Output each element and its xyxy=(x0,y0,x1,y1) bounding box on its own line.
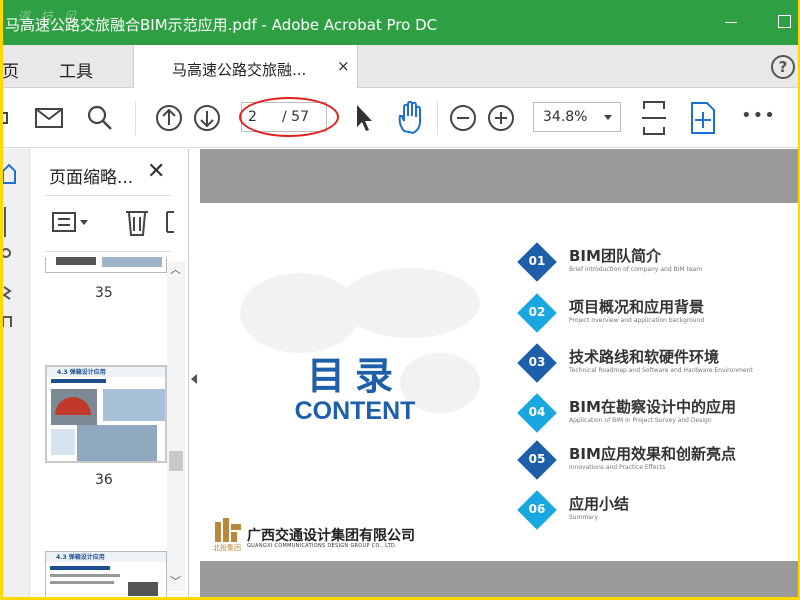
delete-icon[interactable] xyxy=(123,207,151,237)
toc-title: 应用小结 xyxy=(569,495,630,513)
toc-subtitle: Technical Roadmap and Software and Hardw… xyxy=(569,367,753,374)
left-rail xyxy=(3,149,30,597)
select-arrow-icon[interactable] xyxy=(353,103,375,133)
toc-item: 05 BIM应用效果和创新亮点 Innovations and Practice… xyxy=(517,440,798,483)
thumbnail-scrollbar[interactable]: ︿ ﹀ xyxy=(167,261,185,591)
pdf-page: 目录 CONTENT 北投集团 广西交通设计集团有限公司 GUANGXI COM… xyxy=(200,203,798,561)
toc-title: 项目概况和应用背景 xyxy=(569,298,705,316)
pages-icon[interactable] xyxy=(3,163,17,187)
tab-bar: 主页 工具 马高速公路交旅融... × ? xyxy=(3,45,798,88)
thumbnails-panel: 页面缩略... ✕ 35 4.3 弹箱设计应用 36 4.3 弹箱设计应用 ︿ … xyxy=(31,149,189,597)
thumbnail-options-icon[interactable] xyxy=(51,209,91,235)
tab-tools[interactable]: 工具 xyxy=(59,57,93,82)
toc-title: 技术路线和软硬件环境 xyxy=(569,348,720,366)
thumbnail-label: 36 xyxy=(95,472,113,488)
toc-item: 04 BIM在勘察设计中的应用 Application of BIM in Pr… xyxy=(517,393,798,436)
toc-number: 03 xyxy=(528,355,546,369)
toc-item: 02 项目概况和应用背景 Project overview and applic… xyxy=(517,293,798,336)
print-icon[interactable] xyxy=(3,107,11,129)
company-name: 广西交通设计集团有限公司 xyxy=(247,528,415,544)
zoom-in-icon[interactable] xyxy=(487,104,515,132)
previous-page-icon[interactable] xyxy=(155,104,183,132)
toc-number: 01 xyxy=(528,254,546,268)
toc-title: BIM应用效果和创新亮点 xyxy=(569,445,736,463)
company-name-en: GUANGXI COMMUNICATIONS DESIGN GROUP CO.,… xyxy=(247,543,397,549)
zoom-value: 34.8% xyxy=(543,109,588,125)
logo-caption: 北投集团 xyxy=(213,544,241,552)
toc-number: 05 xyxy=(528,452,546,466)
scroll-mode-icon[interactable] xyxy=(689,101,717,135)
toc-subtitle: Brief introduction of company and BIM te… xyxy=(569,266,703,273)
more-tools-icon[interactable]: ••• xyxy=(741,105,776,126)
contents-title-en: CONTENT xyxy=(294,397,416,425)
toc-subtitle: Summary xyxy=(569,514,598,521)
acrobat-window: 道 技 风 马高速公路交旅融合BIM示范应用.pdf - Adobe Acrob… xyxy=(3,0,798,597)
maximize-button[interactable] xyxy=(775,12,795,32)
toc-number: 04 xyxy=(528,405,546,419)
rail-tool-icons[interactable] xyxy=(3,207,15,327)
scrollbar-thumb[interactable] xyxy=(169,451,183,471)
toc-item: 06 应用小结 Summary xyxy=(517,490,798,533)
title-bar: 道 技 风 马高速公路交旅融合BIM示范应用.pdf - Adobe Acrob… xyxy=(3,0,798,45)
thumbnail-page-36[interactable]: 4.3 弹箱设计应用 xyxy=(45,365,167,463)
toc-subtitle: Innovations and Practice Effects xyxy=(569,464,666,471)
toc-title: BIM在勘察设计中的应用 xyxy=(569,398,736,416)
toc-number: 02 xyxy=(528,305,546,319)
search-icon[interactable] xyxy=(87,105,113,131)
help-icon[interactable]: ? xyxy=(771,55,795,79)
thumbnail-page-37[interactable]: 4.3 弹箱设计应用 xyxy=(45,551,167,597)
toc-item: 03 技术路线和软硬件环境 Technical Roadmap and Soft… xyxy=(517,343,798,386)
annotation-ellipse xyxy=(239,97,339,137)
toc-title: BIM团队简介 xyxy=(569,247,661,265)
document-tab-label: 马高速公路交旅融... xyxy=(172,61,307,79)
toc-item: 01 BIM团队简介 Brief introduction of company… xyxy=(517,242,798,285)
contents-title: 目录 xyxy=(306,354,403,398)
close-tab-icon[interactable]: × xyxy=(337,57,350,75)
close-panel-icon[interactable]: ✕ xyxy=(147,159,165,184)
collapse-panel-icon[interactable] xyxy=(191,374,197,384)
hand-tool-icon[interactable] xyxy=(396,101,428,135)
fit-page-icon[interactable] xyxy=(641,99,667,137)
zoom-out-icon[interactable] xyxy=(449,104,477,132)
email-icon[interactable] xyxy=(35,108,63,128)
toolbar: / 57 34.8% xyxy=(3,89,798,148)
toc-number: 06 xyxy=(528,502,546,516)
panel-title: 页面缩略... xyxy=(49,168,134,188)
next-page-icon[interactable] xyxy=(193,104,221,132)
minimize-button[interactable] xyxy=(721,12,741,32)
toc-subtitle: Project overview and application backgro… xyxy=(569,317,705,324)
chevron-down-icon[interactable]: ﹀ xyxy=(170,573,181,589)
company-logo xyxy=(215,518,241,542)
chevron-up-icon[interactable]: ︿ xyxy=(170,261,181,277)
extract-icon[interactable] xyxy=(165,209,175,235)
document-tab[interactable]: 马高速公路交旅融... × xyxy=(133,45,358,88)
zoom-select[interactable]: 34.8% xyxy=(533,102,621,132)
tab-home[interactable]: 主页 xyxy=(3,57,19,82)
thumbnail-label: 35 xyxy=(95,285,113,301)
chevron-down-icon xyxy=(604,115,612,120)
toc-subtitle: Application of BIM in Project Survey and… xyxy=(569,417,712,424)
document-view[interactable]: 目录 CONTENT 北投集团 广西交通设计集团有限公司 GUANGXI COM… xyxy=(200,149,798,597)
thumbnail-page-35[interactable] xyxy=(45,257,167,273)
window-title: 马高速公路交旅融合BIM示范应用.pdf - Adobe Acrobat Pro… xyxy=(5,16,438,34)
